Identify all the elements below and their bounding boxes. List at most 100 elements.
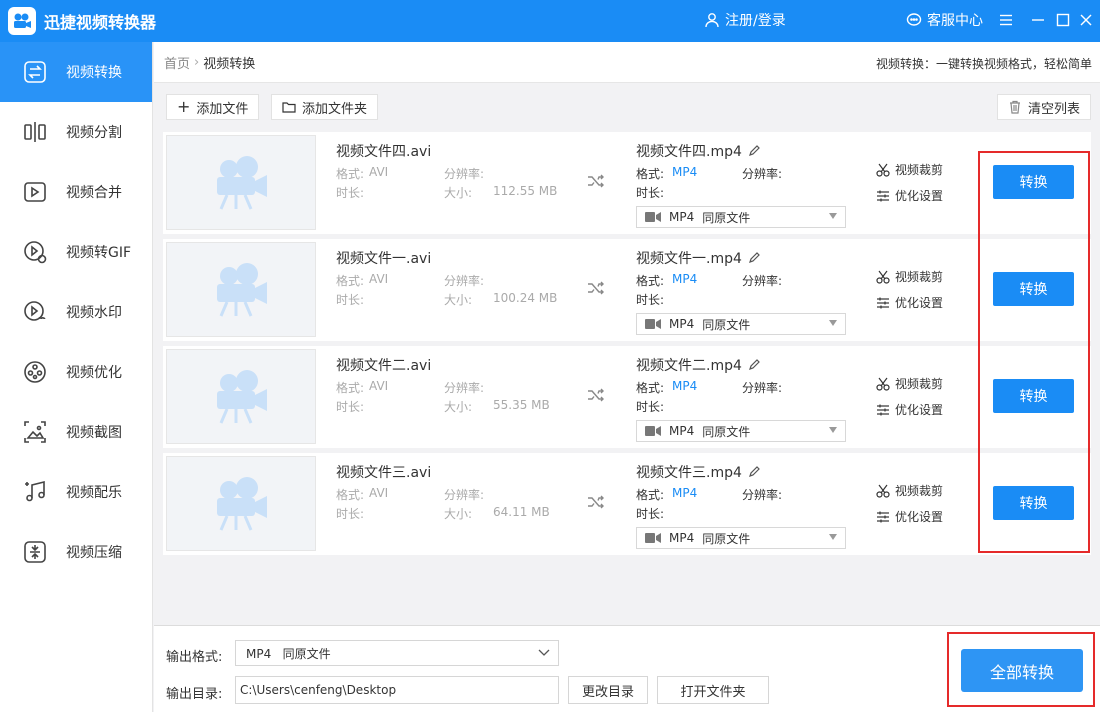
convert-button[interactable]: 转换 bbox=[993, 272, 1074, 306]
select-quality: 同原文件 bbox=[702, 317, 751, 332]
target-file-name-text: 视频文件二.mp4 bbox=[636, 358, 742, 374]
music-icon bbox=[22, 479, 48, 505]
source-file-name: 视频文件四.avi bbox=[336, 144, 432, 160]
menu-icon[interactable] bbox=[996, 9, 1016, 31]
sidebar-item-label: 视频配乐 bbox=[66, 485, 122, 501]
pencil-icon[interactable] bbox=[748, 359, 760, 371]
breadcrumb-chevron-icon: › bbox=[194, 54, 200, 70]
optimize-settings-button[interactable]: 优化设置 bbox=[876, 187, 943, 204]
breadcrumb-home[interactable]: 首页 bbox=[164, 53, 190, 72]
optimize-settings-label: 优化设置 bbox=[895, 296, 944, 310]
sidebar-item-label: 视频合并 bbox=[66, 185, 122, 201]
sidebar: 视频转换 视频分割 视频合并 视频转GIF 视频水印 视频优化 视频截图 视频配… bbox=[0, 42, 153, 712]
shuffle-icon bbox=[588, 281, 604, 295]
pencil-icon[interactable] bbox=[748, 145, 760, 157]
format-select[interactable]: MP4 同原文件 bbox=[636, 527, 846, 549]
source-size-label: 大小: bbox=[444, 400, 473, 414]
clear-list-button[interactable]: 清空列表 bbox=[997, 94, 1092, 120]
target-format-label: 格式: bbox=[636, 274, 665, 288]
breadcrumb: 首页 › 视频转换 视频转换：一键转换视频格式，轻松简单 bbox=[154, 42, 1100, 83]
sidebar-item-video-convert[interactable]: 视频转换 bbox=[0, 42, 152, 102]
shuffle-icon bbox=[588, 495, 604, 509]
format-select[interactable]: MP4 同原文件 bbox=[636, 206, 846, 228]
video-crop-label: 视频裁剪 bbox=[895, 163, 944, 177]
target-duration-label: 时长: bbox=[636, 186, 665, 200]
target-resolution-label: 分辨率: bbox=[742, 167, 783, 181]
sidebar-item-label: 视频优化 bbox=[66, 365, 122, 381]
change-dir-button[interactable]: 更改目录 bbox=[568, 676, 648, 704]
user-icon bbox=[705, 13, 719, 28]
source-format-label: 格式: bbox=[336, 488, 365, 502]
source-resolution-label: 分辨率: bbox=[444, 167, 485, 181]
customer-service-link[interactable]: 客服中心 bbox=[906, 10, 983, 30]
optimize-settings-button[interactable]: 优化设置 bbox=[876, 294, 943, 311]
video-camera-icon bbox=[217, 369, 267, 424]
open-folder-button[interactable]: 打开文件夹 bbox=[657, 676, 769, 704]
title-bar: 迅捷视频转换器 注册/登录 客服中心 bbox=[0, 0, 1100, 42]
output-dir-field[interactable]: C:\Users\cenfeng\Desktop bbox=[235, 676, 559, 704]
convert-button[interactable]: 转换 bbox=[993, 165, 1074, 199]
caret-down-icon bbox=[829, 427, 837, 433]
video-crop-button[interactable]: 视频裁剪 bbox=[876, 161, 943, 178]
target-file-name: 视频文件二.mp4 bbox=[636, 355, 760, 375]
sidebar-item-label: 视频水印 bbox=[66, 305, 122, 321]
convert-button[interactable]: 转换 bbox=[993, 379, 1074, 413]
convert-all-button[interactable]: 全部转换 bbox=[961, 649, 1083, 692]
source-duration-label: 时长: bbox=[336, 186, 365, 200]
chat-icon bbox=[906, 13, 922, 26]
select-quality: 同原文件 bbox=[702, 531, 751, 546]
login-label: 注册/登录 bbox=[725, 13, 786, 29]
video-crop-button[interactable]: 视频裁剪 bbox=[876, 482, 943, 499]
select-format: MP4 bbox=[669, 317, 695, 331]
format-select[interactable]: MP4 同原文件 bbox=[636, 420, 846, 442]
sidebar-item-video-compress[interactable]: 视频压缩 bbox=[0, 522, 152, 582]
trash-icon bbox=[1010, 100, 1020, 114]
login-link[interactable]: 注册/登录 bbox=[704, 10, 786, 30]
source-size-value: 100.24 MB bbox=[493, 291, 558, 305]
scissors-icon bbox=[876, 163, 890, 177]
close-icon[interactable] bbox=[1076, 9, 1096, 31]
format-select[interactable]: MP4 同原文件 bbox=[636, 313, 846, 335]
sidebar-item-video-optimize[interactable]: 视频优化 bbox=[0, 342, 152, 402]
source-size-value: 55.35 MB bbox=[493, 398, 550, 412]
sidebar-item-video-split[interactable]: 视频分割 bbox=[0, 102, 152, 162]
pencil-icon[interactable] bbox=[748, 252, 760, 264]
pencil-icon[interactable] bbox=[748, 466, 760, 478]
source-format-value: AVI bbox=[369, 486, 389, 500]
add-file-button[interactable]: + 添加文件 bbox=[166, 94, 260, 120]
watermark-icon bbox=[22, 299, 48, 325]
output-settings-panel: 输出格式: MP4 同原文件 输出目录: C:\Users\cenfeng\De… bbox=[154, 625, 1100, 712]
convert-button[interactable]: 转换 bbox=[993, 486, 1074, 520]
optimize-settings-button[interactable]: 优化设置 bbox=[876, 508, 943, 525]
sidebar-item-video-screenshot[interactable]: 视频截图 bbox=[0, 402, 152, 462]
source-format-value: AVI bbox=[369, 272, 389, 286]
scissors-icon bbox=[876, 270, 890, 284]
source-size-value: 112.55 MB bbox=[493, 184, 558, 198]
maximize-icon[interactable] bbox=[1053, 9, 1073, 31]
target-format-value: MP4 bbox=[672, 272, 698, 286]
target-format-label: 格式: bbox=[636, 167, 665, 181]
sidebar-item-video-merge[interactable]: 视频合并 bbox=[0, 162, 152, 222]
add-file-label: 添加文件 bbox=[196, 101, 249, 117]
video-crop-button[interactable]: 视频裁剪 bbox=[876, 268, 943, 285]
video-thumbnail bbox=[166, 135, 316, 230]
minimize-icon[interactable] bbox=[1028, 9, 1048, 31]
video-crop-label: 视频裁剪 bbox=[895, 377, 944, 391]
file-row: 视频文件三.avi 格式: AVI 时长: 分辨率: 大小: 64.11 MB … bbox=[163, 453, 1091, 555]
sidebar-item-video-music[interactable]: 视频配乐 bbox=[0, 462, 152, 522]
target-file-name-text: 视频文件四.mp4 bbox=[636, 144, 742, 160]
merge-icon bbox=[22, 179, 48, 205]
source-resolution-label: 分辨率: bbox=[444, 488, 485, 502]
clear-list-label: 清空列表 bbox=[1028, 101, 1081, 117]
output-format-select[interactable]: MP4 同原文件 bbox=[235, 640, 559, 666]
add-folder-button[interactable]: 添加文件夹 bbox=[271, 94, 379, 120]
sidebar-item-label: 视频截图 bbox=[66, 425, 122, 441]
caret-down-icon bbox=[829, 534, 837, 540]
sidebar-item-video-to-gif[interactable]: 视频转GIF bbox=[0, 222, 152, 282]
optimize-settings-button[interactable]: 优化设置 bbox=[876, 401, 943, 418]
settings-sliders-icon bbox=[877, 190, 889, 201]
video-crop-button[interactable]: 视频裁剪 bbox=[876, 375, 943, 392]
file-row: 视频文件一.avi 格式: AVI 时长: 分辨率: 大小: 100.24 MB… bbox=[163, 239, 1091, 341]
sidebar-item-video-watermark[interactable]: 视频水印 bbox=[0, 282, 152, 342]
optimize-settings-label: 优化设置 bbox=[895, 510, 944, 524]
